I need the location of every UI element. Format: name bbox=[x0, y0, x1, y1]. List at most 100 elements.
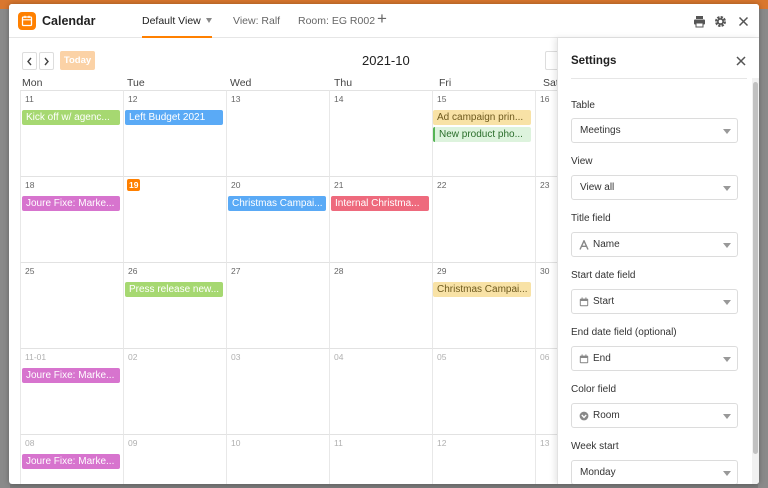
day-number: 28 bbox=[334, 266, 344, 276]
close-icon[interactable] bbox=[736, 14, 750, 28]
day-cell[interactable]: 11 bbox=[329, 434, 432, 484]
day-number: 16 bbox=[540, 94, 550, 104]
previous-month-button[interactable] bbox=[22, 52, 37, 70]
event-chip[interactable]: Joure Fixe: Marke... bbox=[22, 196, 120, 211]
event-chip[interactable]: New product pho... bbox=[433, 127, 531, 142]
print-icon[interactable] bbox=[692, 14, 706, 28]
color-field-value: Room bbox=[593, 410, 620, 421]
day-cell[interactable]: 05 bbox=[432, 348, 535, 434]
day-cell[interactable]: 29 bbox=[432, 262, 535, 348]
color-field-label: Color field bbox=[571, 384, 617, 395]
day-cell[interactable]: 20 bbox=[226, 176, 329, 262]
event-chip[interactable]: Joure Fixe: Marke... bbox=[22, 368, 120, 383]
day-number: 30 bbox=[540, 266, 550, 276]
week-start-select[interactable]: Monday bbox=[571, 460, 738, 484]
next-month-button[interactable] bbox=[39, 52, 54, 70]
chevron-down-icon bbox=[723, 414, 731, 419]
day-cell[interactable]: 11 bbox=[20, 90, 123, 176]
day-number: 20 bbox=[231, 180, 241, 190]
weekday-header-mon: Mon bbox=[22, 77, 43, 89]
chevron-down-icon bbox=[723, 357, 731, 362]
day-cell[interactable]: 18 bbox=[20, 176, 123, 262]
day-number: 13 bbox=[231, 94, 241, 104]
day-cell[interactable]: 27 bbox=[226, 262, 329, 348]
chevron-down-icon bbox=[723, 471, 731, 476]
tab-room-eg-r002[interactable]: Room: EG R002 bbox=[298, 15, 375, 27]
event-chip[interactable]: Christmas Campai... bbox=[228, 196, 326, 211]
event-chip[interactable]: Christmas Campai... bbox=[433, 282, 531, 297]
settings-title: Settings bbox=[571, 55, 617, 67]
tab-default-view[interactable]: Default View bbox=[142, 15, 201, 27]
event-chip[interactable]: Kick off w/ agenc... bbox=[22, 110, 120, 125]
day-cell[interactable]: 04 bbox=[329, 348, 432, 434]
tab-view-ralf[interactable]: View: Ralf bbox=[233, 15, 280, 27]
day-number: 21 bbox=[334, 180, 344, 190]
title-field-value: Name bbox=[593, 239, 620, 250]
chevron-right-icon bbox=[44, 57, 49, 65]
day-cell[interactable]: 11-01 bbox=[20, 348, 123, 434]
title-field-select[interactable]: Name bbox=[571, 232, 738, 257]
table-select-value: Meetings bbox=[580, 125, 621, 136]
day-number: 09 bbox=[128, 438, 138, 448]
start-date-field-select[interactable]: Start bbox=[571, 289, 738, 314]
day-number: 22 bbox=[437, 180, 447, 190]
weekday-header-thu: Thu bbox=[334, 77, 353, 89]
day-cell[interactable]: 14 bbox=[329, 90, 432, 176]
chevron-down-icon bbox=[723, 129, 731, 134]
day-cell[interactable]: 21 bbox=[329, 176, 432, 262]
day-number: 04 bbox=[334, 352, 344, 362]
settings-scrollbar-thumb[interactable] bbox=[753, 82, 758, 454]
view-select[interactable]: View all bbox=[571, 175, 738, 200]
day-cell[interactable]: 10 bbox=[226, 434, 329, 484]
close-settings-icon[interactable] bbox=[735, 55, 747, 67]
today-day-number: 19 bbox=[127, 179, 141, 191]
event-chip[interactable]: Internal Christma... bbox=[331, 196, 429, 211]
event-chip[interactable]: Press release new... bbox=[125, 282, 223, 297]
gear-icon[interactable] bbox=[713, 14, 727, 28]
table-field-label: Table bbox=[571, 100, 595, 111]
day-cell[interactable]: 12 bbox=[432, 434, 535, 484]
day-cell[interactable]: 22 bbox=[432, 176, 535, 262]
end-date-field-label: End date field (optional) bbox=[571, 327, 677, 338]
day-cell[interactable]: 02 bbox=[123, 348, 226, 434]
table-select[interactable]: Meetings bbox=[571, 118, 738, 143]
event-chip[interactable]: Joure Fixe: Marke... bbox=[22, 454, 120, 469]
color-field-select[interactable]: Room bbox=[571, 403, 738, 428]
calendar-icon bbox=[579, 354, 589, 364]
day-cell[interactable]: 13 bbox=[226, 90, 329, 176]
calendar-app-icon bbox=[18, 12, 36, 30]
day-number: 15 bbox=[437, 94, 447, 104]
day-number: 27 bbox=[231, 266, 241, 276]
calendar-icon bbox=[579, 297, 589, 307]
day-number: 29 bbox=[437, 266, 447, 276]
start-date-field-label: Start date field bbox=[571, 270, 636, 281]
event-chip[interactable]: Left Budget 2021 bbox=[125, 110, 223, 125]
day-number: 18 bbox=[25, 180, 35, 190]
week-start-label: Week start bbox=[571, 441, 619, 452]
day-cell-today[interactable]: 19 bbox=[123, 176, 226, 262]
chevron-left-icon bbox=[27, 57, 32, 65]
view-select-value: View all bbox=[580, 182, 615, 193]
day-cell[interactable]: 12 bbox=[123, 90, 226, 176]
add-view-plus-icon[interactable]: + bbox=[377, 10, 387, 28]
single-select-icon bbox=[579, 411, 589, 421]
day-cell[interactable]: 25 bbox=[20, 262, 123, 348]
day-cell[interactable]: 26 bbox=[123, 262, 226, 348]
day-cell[interactable]: 03 bbox=[226, 348, 329, 434]
app-title: Calendar bbox=[42, 14, 96, 28]
weekday-header-tue: Tue bbox=[127, 77, 145, 89]
weekday-header-wed: Wed bbox=[230, 77, 252, 89]
day-number: 08 bbox=[25, 438, 35, 448]
day-cell[interactable]: 09 bbox=[123, 434, 226, 484]
view-field-label: View bbox=[571, 156, 593, 167]
settings-panel: Settings Table Meetings View View all Ti… bbox=[557, 38, 759, 484]
weekday-header-fri: Fri bbox=[439, 77, 452, 89]
day-number: 03 bbox=[231, 352, 241, 362]
tab-dropdown-chevron-icon[interactable] bbox=[206, 18, 212, 23]
day-cell[interactable]: 28 bbox=[329, 262, 432, 348]
day-number: 02 bbox=[128, 352, 138, 362]
chevron-down-icon bbox=[723, 300, 731, 305]
today-button[interactable]: Today bbox=[60, 51, 95, 70]
event-chip[interactable]: Ad campaign prin... bbox=[433, 110, 531, 125]
end-date-field-select[interactable]: End bbox=[571, 346, 738, 371]
